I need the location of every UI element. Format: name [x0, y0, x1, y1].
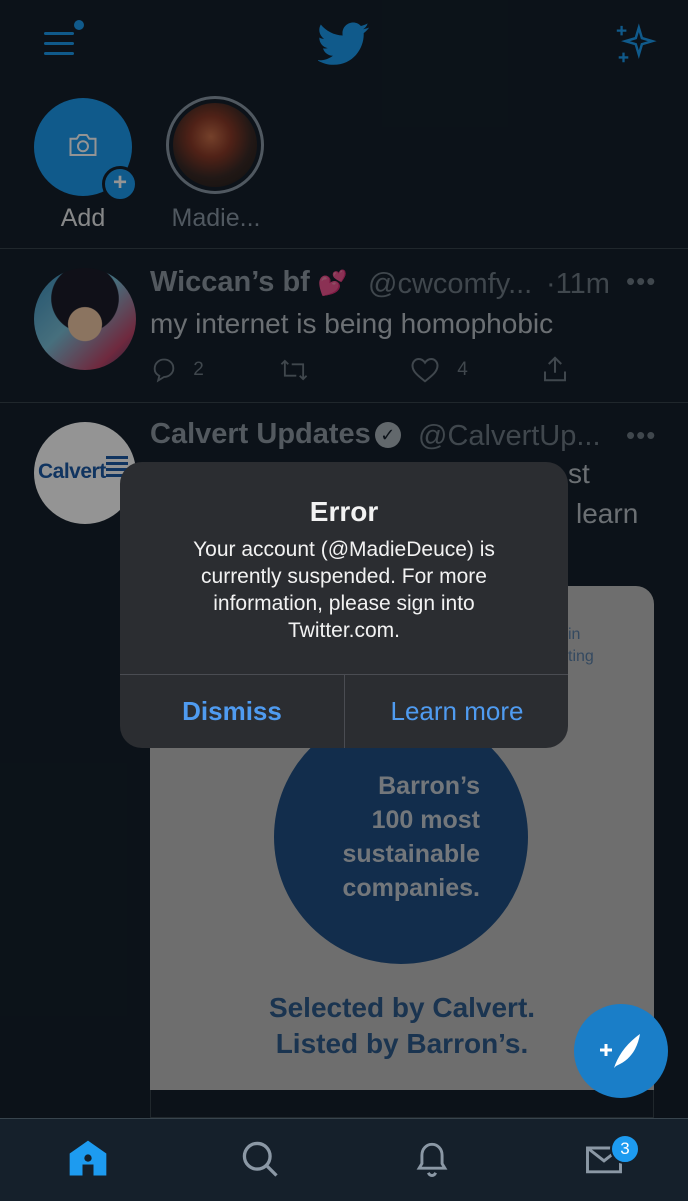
bottom-tab-bar [0, 1118, 688, 1201]
learn-more-button[interactable]: Learn more [345, 675, 568, 748]
alert-title: Error [309, 496, 379, 527]
dismiss-button[interactable]: Dismiss [120, 675, 344, 748]
error-alert-dialog: Error Your account (@MadieDeuce) is curr… [120, 462, 568, 748]
search-icon[interactable] [238, 1137, 282, 1181]
compose-tweet-button[interactable] [574, 1004, 668, 1098]
alert-message: Your account (@MadieDeuce) is currently … [193, 538, 495, 642]
messages-badge: 3 [610, 1134, 640, 1164]
home-icon[interactable] [66, 1137, 110, 1181]
compose-icon [600, 1034, 640, 1068]
notifications-icon[interactable] [410, 1137, 454, 1181]
